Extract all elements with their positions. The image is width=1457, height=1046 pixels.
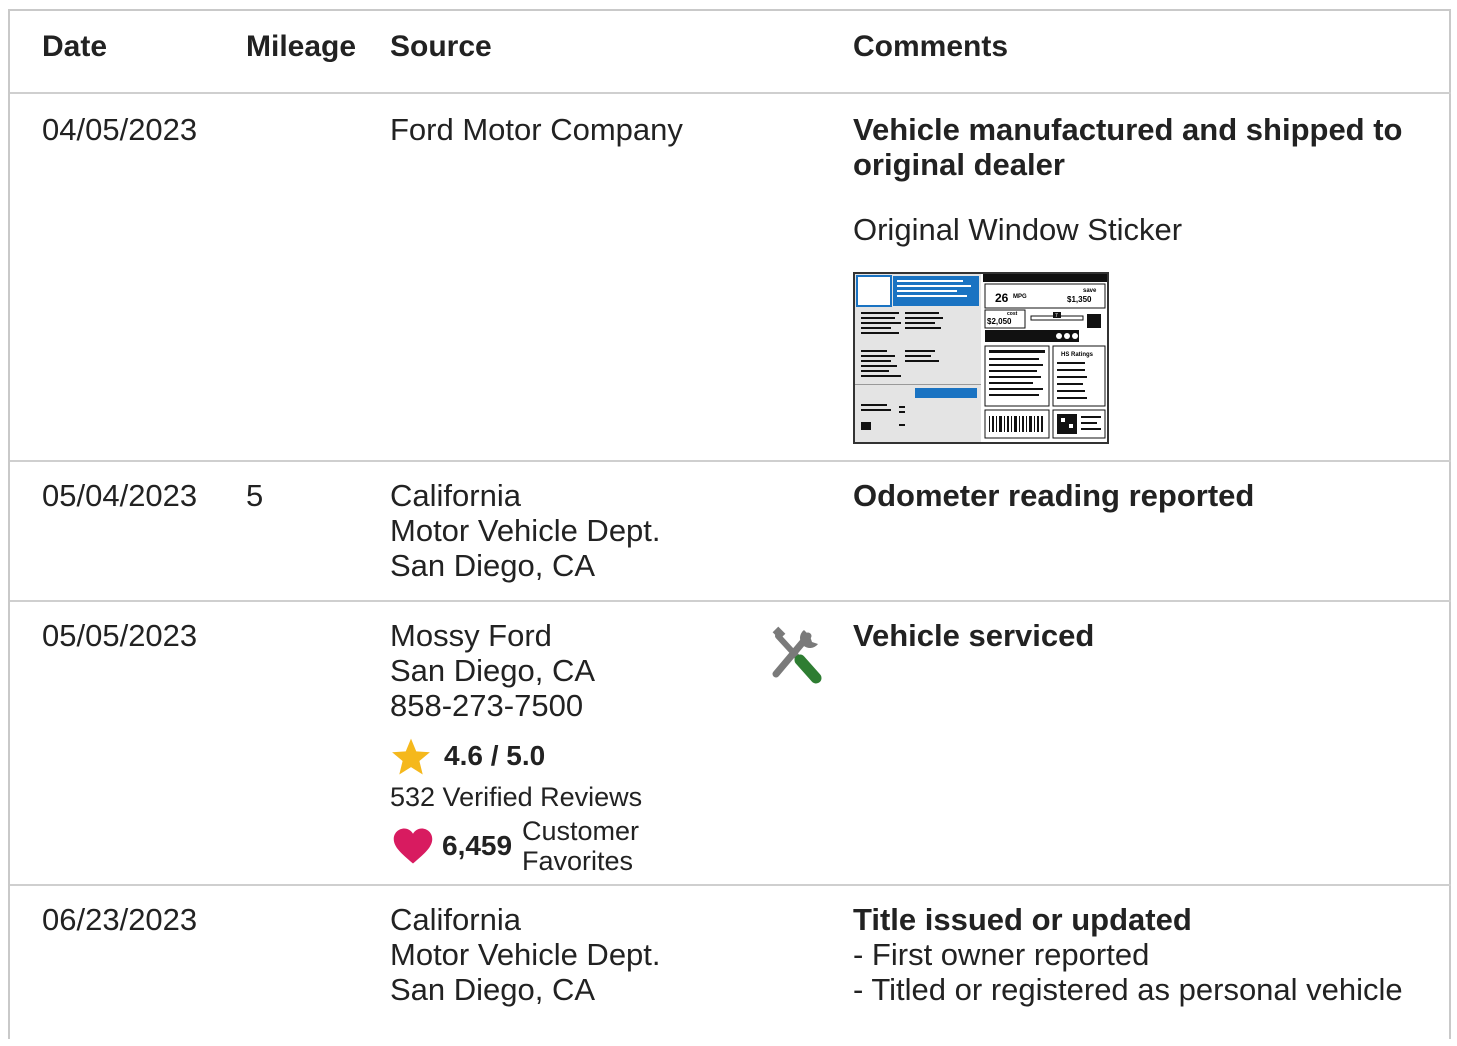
sticker-cost-value: $2,050	[987, 317, 1012, 326]
source-line: Motor Vehicle Dept.	[390, 937, 661, 972]
row-comment-title: Vehicle serviced	[853, 618, 1095, 653]
table-row: 04/05/2023 Ford Motor Company Vehicle ma…	[10, 94, 1451, 462]
header-source: Source	[390, 30, 492, 63]
header-comments: Comments	[853, 30, 1009, 63]
window-sticker-link[interactable]: Original Window Sticker	[853, 212, 1182, 247]
favorites-count: 6,459	[442, 830, 513, 861]
row-comment: Title issued or updated - First owner re…	[853, 902, 1403, 1007]
dealer-rating[interactable]: 4.6 / 5.0	[390, 736, 690, 778]
row-source: California Motor Vehicle Dept. San Diego…	[390, 902, 661, 1007]
dealer-phone[interactable]: 858-273-7500	[390, 688, 595, 723]
row-mileage: 5	[246, 478, 264, 513]
source-line: California	[390, 902, 521, 937]
verified-reviews-link[interactable]: 532 Verified Reviews	[390, 780, 642, 815]
sticker-save-value: $1,350	[1067, 295, 1092, 304]
dealer-name-link[interactable]: Mossy Ford	[390, 618, 595, 653]
sticker-mpg: 26	[995, 291, 1009, 305]
table-row: 06/23/2023 California Motor Vehicle Dept…	[10, 886, 1451, 1046]
comment-item: - First owner reported	[853, 937, 1150, 972]
sticker-scale-value: 7	[1055, 313, 1058, 319]
row-comment-title: Vehicle manufactured and shipped to orig…	[853, 112, 1403, 182]
source-line: Motor Vehicle Dept.	[390, 513, 661, 548]
wrench-screwdriver-icon	[770, 626, 826, 686]
customer-favorites[interactable]: 6,459 Customer Favorites	[390, 816, 670, 880]
table-header-row: Date Mileage Source Comments	[10, 11, 1451, 94]
source-line: San Diego, CA	[390, 548, 596, 583]
sticker-mpg-unit: MPG	[1013, 294, 1027, 300]
source-line: San Diego, CA	[390, 653, 596, 688]
star-icon	[392, 738, 430, 775]
heart-icon	[393, 828, 433, 864]
sticker-ratings-label: HS Ratings	[1061, 352, 1094, 358]
row-date: 04/05/2023	[42, 112, 198, 147]
favorites-label-line: Favorites	[522, 846, 634, 876]
row-date: 05/05/2023	[42, 618, 198, 653]
row-source: Ford Motor Company	[390, 112, 683, 147]
row-date: 05/04/2023	[42, 478, 198, 513]
row-date: 06/23/2023	[42, 902, 198, 937]
source-line: San Diego, CA	[390, 972, 596, 1007]
favorites-label: Customer Favorites	[522, 816, 639, 876]
row-comment-title: Title issued or updated	[853, 902, 1192, 937]
vehicle-history-table: Date Mileage Source Comments 04/05/2023 …	[8, 9, 1451, 1039]
comment-item: - Titled or registered as personal vehic…	[853, 972, 1403, 1007]
window-sticker-thumbnail[interactable]: 26 MPG save $1,350 cost $2,050 7 HS Rati…	[853, 272, 1109, 444]
sticker-save: save	[1083, 288, 1097, 294]
row-source: California Motor Vehicle Dept. San Diego…	[390, 478, 661, 583]
table-row: 05/05/2023 Mossy Ford San Diego, CA 858-…	[10, 602, 1451, 886]
row-comment-title: Odometer reading reported	[853, 478, 1255, 513]
header-date: Date	[42, 30, 108, 63]
source-line: California	[390, 478, 521, 513]
rating-value: 4.6 / 5.0	[444, 740, 546, 771]
favorites-label-line: Customer	[522, 816, 640, 846]
header-mileage: Mileage	[246, 30, 357, 63]
table-row: 05/04/2023 5 California Motor Vehicle De…	[10, 462, 1451, 602]
row-source: Mossy Ford San Diego, CA 858-273-7500	[390, 618, 595, 723]
